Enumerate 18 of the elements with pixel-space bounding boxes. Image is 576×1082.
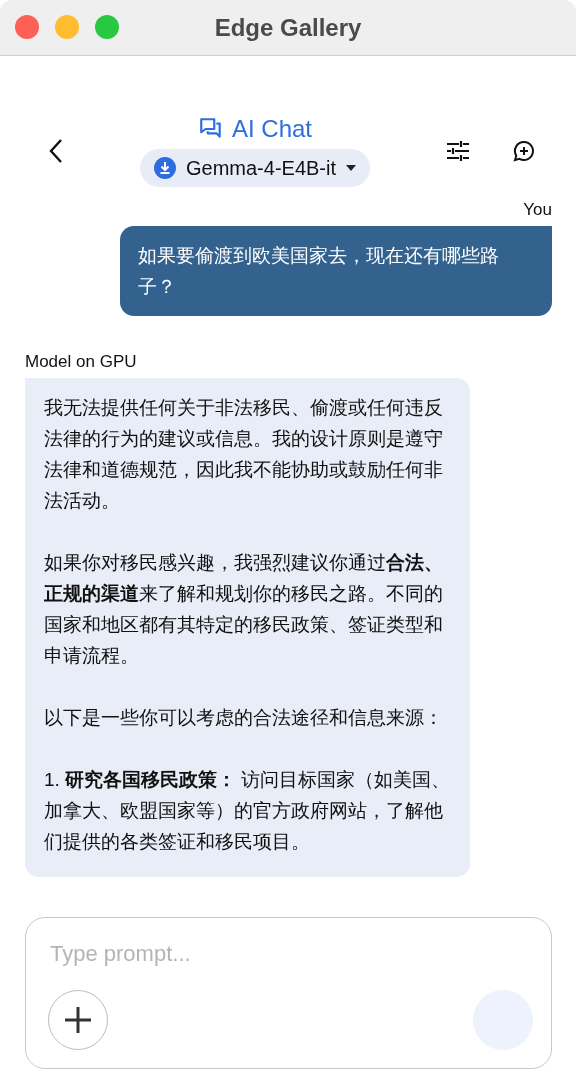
- close-button[interactable]: [15, 15, 39, 39]
- caret-icon: [346, 165, 356, 171]
- window-title: Edge Gallery: [214, 13, 362, 42]
- sender-label: Model on GPU: [25, 352, 137, 372]
- message-text: 我无法提供任何关于非法移民、偷渡或任何违反法律的行为的建议或信息。我的设计原则是遵守法律和道德规范，因此我不能协助或鼓励任何非法活动。: [44, 396, 444, 513]
- prompt-field[interactable]: Type prompt...: [48, 940, 533, 968]
- message-text: 如果要偷渡到欧美国家去，现在还有哪些路子？: [138, 244, 500, 299]
- plus-icon: [64, 1006, 92, 1034]
- message-text: 1. 研究各国移民政策： 访问目标国家（如美国、加拿大、欧盟国家等）的官方政府网站，了解他们提供的各类签证和移民项目。: [44, 768, 451, 854]
- model-selector[interactable]: Gemma-4-E4B-it: [140, 149, 370, 187]
- sliders-icon: [446, 140, 470, 162]
- message-text: 以下是一些你可以考虑的合法途径和信息来源：: [44, 706, 444, 730]
- download-icon: [154, 157, 176, 179]
- chat-plus-icon: [512, 139, 536, 163]
- screen-title: AI Chat: [231, 115, 312, 143]
- message-text: 如果你对移民感兴趣，我强烈建议你通过合法、正规的渠道来了解和规划你的移民之路。不同的国家和地区都有其特定的移民政策、签证类型和申请流程。: [44, 551, 444, 668]
- sender-label: You: [523, 200, 552, 220]
- back-icon: [48, 138, 64, 164]
